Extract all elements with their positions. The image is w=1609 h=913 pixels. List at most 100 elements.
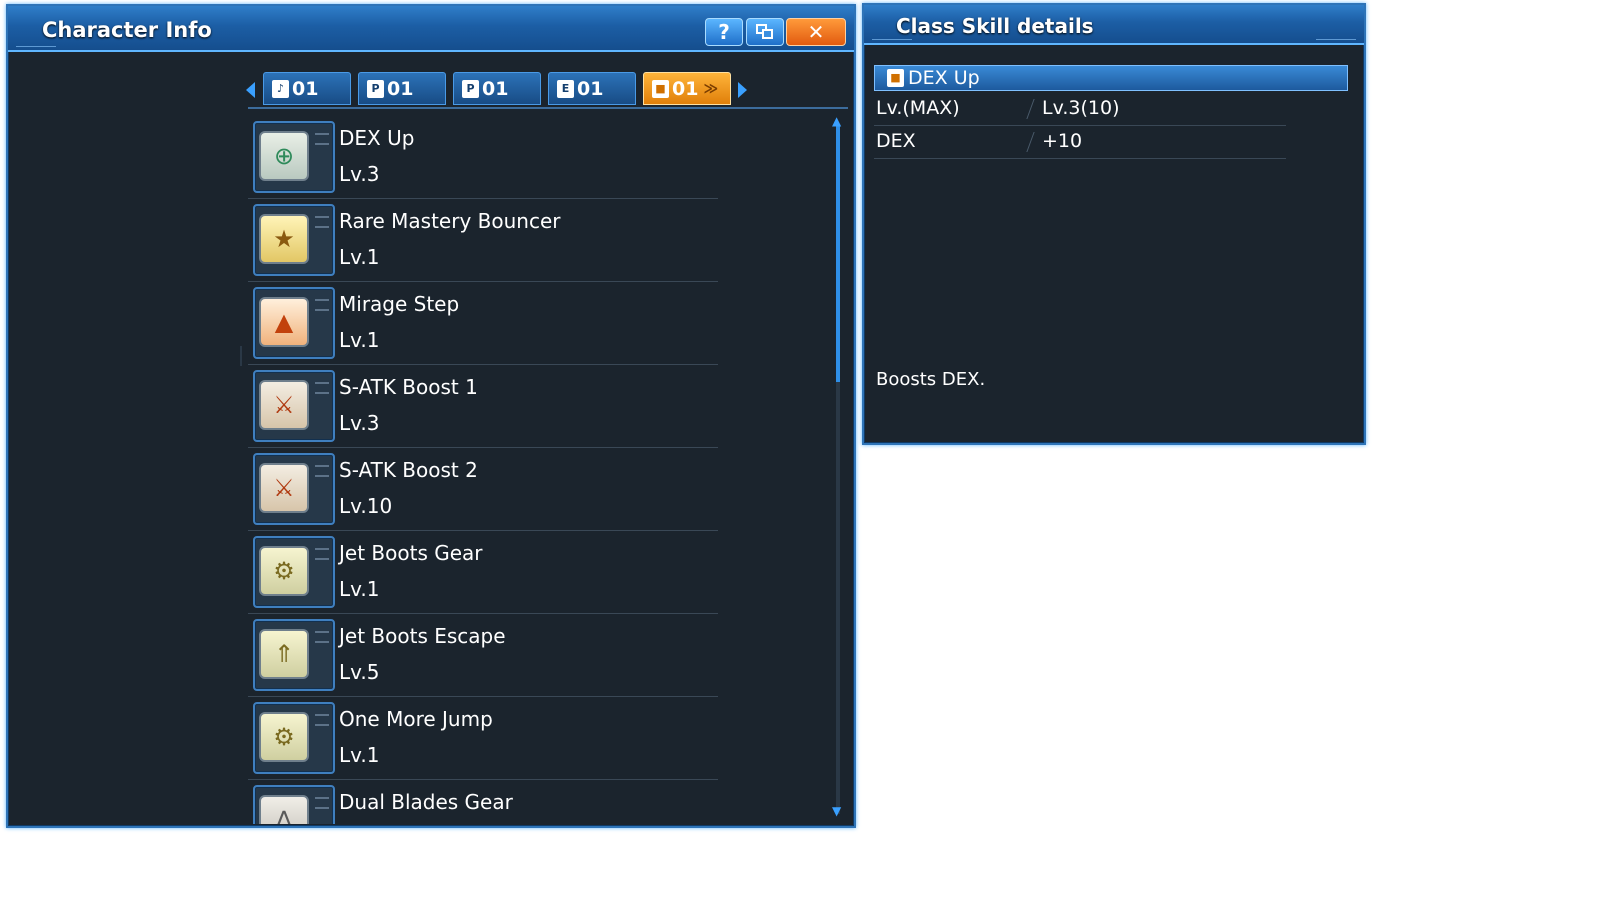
class-skill-details-titlebar[interactable]: Class Skill details	[864, 5, 1364, 45]
character-info-titlebar[interactable]: Character Info ? ✕	[8, 6, 854, 52]
rare-mastery-icon: ★	[259, 214, 309, 264]
skill-row[interactable]: ⚔ S-ATK Boost 2 Lv.10	[244, 448, 834, 531]
skill-icon-frame: ⚙	[253, 702, 335, 774]
class-2-icon: P	[367, 79, 384, 98]
skill-level: Lv.3	[339, 162, 380, 186]
grip-icon	[315, 797, 329, 809]
skill-icon-frame: ⚔	[253, 453, 335, 525]
character-info-window: Character Info ? ✕ ♪ 01 P 01 P 01 E 01 ■…	[6, 4, 856, 828]
skill-name: Rare Mastery Bouncer	[339, 209, 561, 233]
sword-boost-icon: ⚔	[259, 380, 309, 430]
skill-level: Lv.1	[339, 328, 380, 352]
tab-scroll-right-icon[interactable]	[738, 82, 747, 98]
divider	[1026, 132, 1035, 152]
jet-boots-gear-icon: ⚙	[259, 546, 309, 596]
grip-icon	[315, 299, 329, 311]
close-button[interactable]: ✕	[786, 18, 846, 46]
class-4-icon: E	[557, 79, 574, 98]
one-more-jump-icon: ⚙	[259, 712, 309, 762]
skill-row[interactable]: ⋀ Dual Blades Gear	[244, 780, 834, 824]
skill-row[interactable]: ▲ Mirage Step Lv.1	[244, 282, 834, 365]
titlebar-decoration	[1316, 33, 1356, 40]
restore-icon	[756, 24, 774, 40]
skill-row[interactable]: ⚔ S-ATK Boost 1 Lv.3	[244, 365, 834, 448]
tab-class-1[interactable]: ♪ 01	[263, 72, 351, 105]
skill-level: Lv.5	[339, 660, 380, 684]
tab-label: 01	[672, 77, 699, 100]
help-button[interactable]: ?	[705, 18, 743, 46]
skill-level: Lv.1	[339, 245, 380, 269]
skill-name: Dual Blades Gear	[339, 790, 513, 814]
class-1-icon: ♪	[272, 79, 289, 98]
skill-level: Lv.1	[339, 743, 380, 767]
close-icon: ✕	[807, 20, 825, 44]
detail-row-max-level: Lv.(MAX) Lv.3(10)	[874, 93, 1286, 126]
skill-level: Lv.3	[339, 411, 380, 435]
skill-name: One More Jump	[339, 707, 493, 731]
tab-label: 01	[577, 77, 604, 100]
restore-button[interactable]	[746, 18, 784, 46]
tab-class-4[interactable]: E 01	[548, 72, 636, 105]
skill-row[interactable]: ⚙ One More Jump Lv.1	[244, 697, 834, 780]
skill-name: S-ATK Boost 2	[339, 458, 478, 482]
grip-icon	[315, 133, 329, 145]
class-5-icon: ■	[887, 69, 904, 87]
skill-level: Lv.1	[339, 577, 380, 601]
selected-skill-name: DEX Up	[908, 67, 980, 89]
skill-name: S-ATK Boost 1	[339, 375, 478, 399]
detail-key: DEX	[876, 130, 916, 152]
tab-class-2[interactable]: P 01	[358, 72, 446, 105]
skill-row[interactable]: ⇑ Jet Boots Escape Lv.5	[244, 614, 834, 697]
titlebar-decoration	[16, 40, 56, 47]
sword-boost-icon: ⚔	[259, 463, 309, 513]
dual-blades-icon: ⋀	[259, 795, 309, 824]
grip-icon	[315, 548, 329, 560]
divider	[1026, 99, 1035, 119]
chevron-down-icon: ≫	[703, 80, 719, 97]
skill-row[interactable]: ⚙ Jet Boots Gear Lv.1	[244, 531, 834, 614]
detail-value: Lv.3(10)	[1042, 97, 1120, 119]
class-3-icon: P	[462, 79, 479, 98]
skill-name: DEX Up	[339, 126, 415, 150]
skill-level: Lv.10	[339, 494, 393, 518]
skill-icon-frame: ⇑	[253, 619, 335, 691]
class-tabs: ♪ 01 P 01 P 01 E 01 ■ 01 ≫	[246, 72, 756, 106]
grip-icon	[315, 382, 329, 394]
window-title: Class Skill details	[896, 14, 1094, 38]
skill-icon-frame: ★	[253, 204, 335, 276]
skill-icon-frame: ⋀	[253, 785, 335, 824]
grip-icon	[315, 714, 329, 726]
detail-key: Lv.(MAX)	[876, 97, 960, 119]
skill-icon-frame: ▲	[253, 287, 335, 359]
jet-boots-escape-icon: ⇑	[259, 629, 309, 679]
skill-description: Boosts DEX.	[876, 369, 986, 390]
class-5-icon: ■	[652, 79, 669, 98]
detail-value: +10	[1042, 130, 1083, 152]
tab-label: 01	[482, 77, 509, 100]
selected-skill-header: ■ DEX Up	[874, 65, 1348, 91]
skill-name: Mirage Step	[339, 292, 460, 316]
skill-name: Jet Boots Gear	[339, 541, 483, 565]
class-skill-details-window: Class Skill details ■ DEX Up Lv.(MAX) Lv…	[862, 3, 1366, 445]
tab-label: 01	[387, 77, 414, 100]
scroll-down-icon[interactable]: ▼	[832, 804, 841, 818]
tab-class-3[interactable]: P 01	[453, 72, 541, 105]
help-icon: ?	[718, 20, 730, 44]
grip-icon	[315, 631, 329, 643]
skill-row[interactable]: ★ Rare Mastery Bouncer Lv.1	[244, 199, 834, 282]
skill-row[interactable]: ⊕ DEX Up Lv.3	[244, 116, 834, 199]
scrollbar-thumb[interactable]	[836, 124, 840, 382]
tab-scroll-left-icon[interactable]	[246, 82, 255, 98]
dex-up-icon: ⊕	[259, 131, 309, 181]
skill-icon-frame: ⚙	[253, 536, 335, 608]
scroll-up-icon[interactable]: ▲	[832, 114, 841, 128]
tab-label: 01	[292, 77, 319, 100]
skill-icon-frame: ⚔	[253, 370, 335, 442]
pane-divider	[240, 346, 242, 366]
skill-name: Jet Boots Escape	[339, 624, 506, 648]
window-title: Character Info	[42, 18, 212, 42]
grip-icon	[315, 216, 329, 228]
tab-class-5-active[interactable]: ■ 01 ≫	[643, 72, 731, 105]
tabs-underline	[248, 107, 848, 109]
mirage-step-icon: ▲	[259, 297, 309, 347]
